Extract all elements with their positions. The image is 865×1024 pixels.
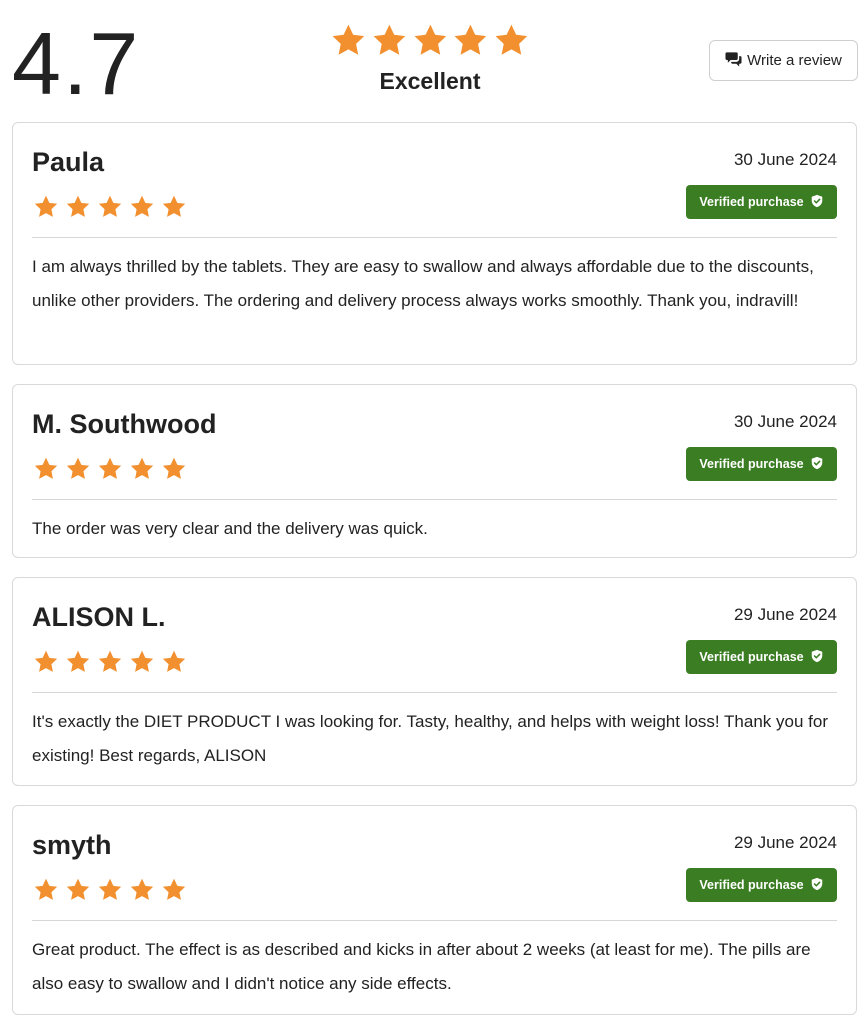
- star-icon: [98, 457, 122, 479]
- write-review-label: Write a review: [747, 52, 842, 69]
- summary-rating: Excellent: [330, 22, 530, 95]
- badge-label: Verified purchase: [699, 878, 804, 892]
- star-icon: [66, 195, 90, 217]
- star-icon: [66, 878, 90, 900]
- review-header: Paula 30 June 2024 Verified purchase: [32, 123, 837, 238]
- star-icon: [162, 195, 186, 217]
- review-card: smyth 29 June 2024 Verified purchase Gre…: [12, 805, 857, 1015]
- star-icon: [130, 650, 154, 672]
- review-date: 30 June 2024: [733, 412, 837, 431]
- reviewer-name: Paula: [32, 147, 105, 177]
- star-icon: [34, 457, 58, 479]
- shield-check-icon: [810, 877, 824, 894]
- verified-purchase-badge: Verified purchase: [686, 640, 837, 674]
- review-text: It's exactly the DIET PRODUCT I was look…: [32, 712, 828, 765]
- star-icon: [332, 24, 365, 55]
- star-icon: [34, 650, 58, 672]
- review-date: 30 June 2024: [733, 150, 837, 169]
- star-icon: [454, 24, 487, 55]
- shield-check-icon: [810, 194, 824, 211]
- star-icon: [98, 650, 122, 672]
- review-date: 29 June 2024: [733, 833, 837, 852]
- review-header: M. Southwood 30 June 2024 Verified purch…: [32, 385, 837, 500]
- star-icon: [98, 878, 122, 900]
- shield-check-icon: [810, 456, 824, 473]
- review-header: ALISON L. 29 June 2024 Verified purchase: [32, 578, 837, 693]
- star-icon: [414, 24, 446, 55]
- reviewer-name: smyth: [32, 830, 112, 860]
- review-card: Paula 30 June 2024 Verified purchase I a…: [12, 122, 857, 365]
- star-icon: [66, 650, 90, 672]
- star-icon: [130, 878, 154, 900]
- review-stars: [33, 456, 187, 481]
- write-review-button[interactable]: Write a review: [709, 40, 858, 81]
- star-icon: [34, 878, 58, 900]
- review-stars: [33, 877, 187, 902]
- review-text: Great product. The effect is as describe…: [32, 940, 811, 993]
- average-score: 4.7: [12, 14, 141, 113]
- review-date: 29 June 2024: [733, 605, 837, 624]
- star-icon: [34, 195, 58, 217]
- verified-purchase-badge: Verified purchase: [686, 868, 837, 902]
- reviewer-name: M. Southwood: [32, 409, 217, 439]
- review-bubble-icon: [725, 51, 742, 71]
- star-icon: [162, 650, 186, 672]
- badge-label: Verified purchase: [699, 457, 804, 471]
- review-card: M. Southwood 30 June 2024 Verified purch…: [12, 384, 857, 558]
- star-icon: [495, 24, 528, 55]
- review-stars: [33, 649, 187, 674]
- star-icon: [130, 195, 154, 217]
- review-text: I am always thrilled by the tablets. The…: [32, 257, 814, 310]
- rating-summary: 4.7 Excellent Write a review: [0, 0, 865, 113]
- badge-label: Verified purchase: [699, 650, 804, 664]
- star-icon: [162, 457, 186, 479]
- verified-purchase-badge: Verified purchase: [686, 447, 837, 481]
- star-icon: [98, 195, 122, 217]
- review-stars: [33, 194, 187, 219]
- reviewer-name: ALISON L.: [32, 602, 166, 632]
- review-header: smyth 29 June 2024 Verified purchase: [32, 806, 837, 921]
- review-text: The order was very clear and the deliver…: [32, 519, 428, 538]
- star-icon: [162, 878, 186, 900]
- star-icon: [130, 457, 154, 479]
- verified-purchase-badge: Verified purchase: [686, 185, 837, 219]
- star-icon: [66, 457, 90, 479]
- review-card: ALISON L. 29 June 2024 Verified purchase…: [12, 577, 857, 786]
- shield-check-icon: [810, 649, 824, 666]
- rating-label: Excellent: [379, 68, 481, 94]
- badge-label: Verified purchase: [699, 195, 804, 209]
- star-icon: [373, 24, 405, 55]
- summary-stars: [330, 22, 530, 60]
